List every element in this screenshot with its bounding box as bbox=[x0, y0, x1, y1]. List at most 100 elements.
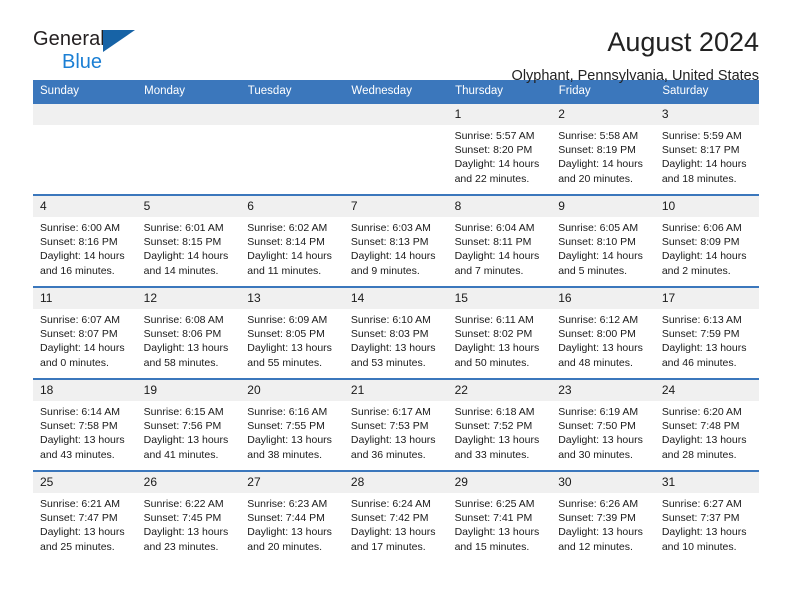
daylight-duration-line1: Daylight: 14 hours bbox=[661, 158, 747, 171]
calendar-day-cell[interactable]: 1 Sunrise: 5:57 AM Sunset: 8:20 PM Daylight… bbox=[447, 102, 552, 195]
calendar-day-cell[interactable]: 7 Sunrise: 6:03 AM Sunset: 8:13 PM Daylight… bbox=[343, 194, 448, 287]
calendar-day-cell[interactable]: 8 Sunrise: 6:04 AM Sunset: 8:11 PM Daylight… bbox=[447, 194, 552, 287]
daylight-duration-line2: and 5 minutes. bbox=[558, 264, 628, 277]
day-number: 19 bbox=[136, 380, 241, 401]
daylight-duration-line1: Daylight: 14 hours bbox=[558, 250, 643, 263]
day-number: 10 bbox=[654, 196, 759, 217]
calendar-day-cell[interactable]: 13 Sunrise: 6:09 AM Sunset: 8:05 PM Dayligh… bbox=[240, 286, 344, 379]
daylight-duration-line1: Daylight: 13 hours bbox=[143, 434, 229, 447]
daylight-duration-line1: Daylight: 13 hours bbox=[40, 526, 125, 539]
day-number: 29 bbox=[447, 472, 552, 493]
calendar-day-cell[interactable]: 3 Sunrise: 5:59 AM Sunset: 8:17 PM Daylight… bbox=[654, 102, 759, 195]
sunrise-time: Sunrise: 6:07 AM bbox=[40, 314, 120, 326]
calendar-day-cell[interactable]: 10 Sunrise: 6:06 AM Sunset: 8:09 PM Dayligh… bbox=[654, 194, 759, 287]
daylight-duration-line2: and 15 minutes. bbox=[454, 540, 530, 553]
calendar-day-cell[interactable]: 11 Sunrise: 6:07 AM Sunset: 8:07 PM Dayligh… bbox=[33, 286, 137, 379]
daylight-duration-line2: and 38 minutes. bbox=[247, 448, 322, 461]
calendar-week-row: 4 Sunrise: 6:00 AM Sunset: 8:16 PM Daylight… bbox=[33, 194, 759, 287]
sun-info: Sunrise: 6:27 AM Sunset: 7:37 PM Daylight:… bbox=[655, 493, 759, 554]
calendar-day-cell[interactable]: 31 Sunrise: 6:27 AM Sunset: 7:37 PM Dayligh… bbox=[654, 470, 759, 562]
sun-info: Sunrise: 5:57 AM Sunset: 8:20 PM Daylight:… bbox=[448, 125, 552, 186]
sun-info: Sunrise: 6:12 AM Sunset: 8:00 PM Daylight:… bbox=[551, 309, 655, 370]
calendar-day-cell[interactable]: 24 Sunrise: 6:20 AM Sunset: 7:48 PM Dayligh… bbox=[654, 378, 759, 471]
sunrise-time: Sunrise: 5:59 AM bbox=[661, 130, 742, 142]
calendar-day-cell[interactable]: 9 Sunrise: 6:05 AM Sunset: 8:10 PM Daylight… bbox=[551, 194, 655, 287]
calendar-day-cell[interactable]: 6 Sunrise: 6:02 AM Sunset: 8:14 PM Daylight… bbox=[240, 194, 344, 287]
daylight-duration-line2: and 48 minutes. bbox=[558, 356, 633, 369]
calendar-week-row: 11 Sunrise: 6:07 AM Sunset: 8:07 PM Dayligh… bbox=[33, 286, 759, 379]
sunset-time: Sunset: 7:41 PM bbox=[454, 512, 533, 525]
cell-inner: 1 Sunrise: 5:57 AM Sunset: 8:20 PM Daylight… bbox=[447, 104, 552, 194]
daylight-duration-line1: Daylight: 13 hours bbox=[454, 434, 540, 447]
sunrise-time: Sunrise: 6:03 AM bbox=[350, 222, 431, 234]
daylight-duration-line1: Daylight: 13 hours bbox=[454, 342, 540, 355]
day-number: 7 bbox=[343, 196, 448, 217]
sunrise-time: Sunrise: 5:57 AM bbox=[454, 130, 535, 142]
general-blue-logo[interactable]: General Blue bbox=[33, 26, 153, 73]
sunrise-time: Sunrise: 6:00 AM bbox=[40, 222, 120, 234]
sun-info: Sunrise: 6:14 AM Sunset: 7:58 PM Daylight:… bbox=[33, 401, 137, 462]
sunset-time: Sunset: 7:47 PM bbox=[40, 512, 118, 525]
sunrise-time: Sunrise: 6:17 AM bbox=[350, 406, 431, 418]
day-number: 25 bbox=[33, 472, 137, 493]
daylight-duration-line1: Daylight: 14 hours bbox=[247, 250, 332, 263]
daylight-duration-line1: Daylight: 13 hours bbox=[247, 342, 332, 355]
daylight-duration-line2: and 0 minutes. bbox=[40, 356, 109, 369]
calendar-day-cell[interactable]: 14 Sunrise: 6:10 AM Sunset: 8:03 PM Dayligh… bbox=[343, 286, 448, 379]
day-number: 12 bbox=[136, 288, 241, 309]
calendar-day-cell[interactable]: 20 Sunrise: 6:16 AM Sunset: 7:55 PM Dayligh… bbox=[240, 378, 344, 471]
sunset-time: Sunset: 8:06 PM bbox=[143, 328, 222, 341]
calendar-day-cell[interactable]: 21 Sunrise: 6:17 AM Sunset: 7:53 PM Dayligh… bbox=[343, 378, 448, 471]
daylight-duration-line2: and 36 minutes. bbox=[350, 448, 426, 461]
calendar-day-cell[interactable]: 16 Sunrise: 6:12 AM Sunset: 8:00 PM Dayligh… bbox=[551, 286, 655, 379]
calendar-day-cell[interactable]: 29 Sunrise: 6:25 AM Sunset: 7:41 PM Dayligh… bbox=[447, 470, 552, 562]
day-number: 18 bbox=[33, 380, 137, 401]
calendar-day-cell[interactable]: 12 Sunrise: 6:08 AM Sunset: 8:06 PM Dayligh… bbox=[136, 286, 241, 379]
calendar-day-cell[interactable]: 26 Sunrise: 6:22 AM Sunset: 7:45 PM Dayligh… bbox=[136, 470, 241, 562]
sunrise-time: Sunrise: 6:20 AM bbox=[661, 406, 742, 418]
daylight-duration-line2: and 20 minutes. bbox=[247, 540, 322, 553]
weekday-header-sunday: Sunday bbox=[33, 80, 138, 103]
sun-info: Sunrise: 6:09 AM Sunset: 8:05 PM Daylight:… bbox=[240, 309, 344, 370]
calendar-day-cell[interactable]: 2 Sunrise: 5:58 AM Sunset: 8:19 PM Daylight… bbox=[551, 102, 655, 195]
weekday-header-tuesday: Tuesday bbox=[240, 80, 345, 103]
cell-inner: 18 Sunrise: 6:14 AM Sunset: 7:58 PM Dayligh… bbox=[33, 380, 137, 470]
calendar-day-cell[interactable]: 15 Sunrise: 6:11 AM Sunset: 8:02 PM Dayligh… bbox=[447, 286, 552, 379]
calendar-week-row: 25 Sunrise: 6:21 AM Sunset: 7:47 PM Dayligh… bbox=[33, 470, 759, 562]
daylight-duration-line1: Daylight: 14 hours bbox=[661, 250, 747, 263]
page-title: August 2024 bbox=[607, 27, 759, 57]
calendar-day-cell[interactable]: 27 Sunrise: 6:23 AM Sunset: 7:44 PM Dayligh… bbox=[240, 470, 344, 562]
sunrise-time: Sunrise: 6:23 AM bbox=[247, 498, 328, 510]
sun-info: Sunrise: 6:02 AM Sunset: 8:14 PM Daylight:… bbox=[240, 217, 344, 278]
day-number bbox=[136, 104, 241, 125]
sunset-time: Sunset: 8:15 PM bbox=[143, 236, 222, 249]
day-number: 20 bbox=[240, 380, 344, 401]
calendar-cell-empty bbox=[343, 102, 448, 195]
daylight-duration-line2: and 58 minutes. bbox=[143, 356, 219, 369]
calendar-day-cell[interactable]: 17 Sunrise: 6:13 AM Sunset: 7:59 PM Dayligh… bbox=[654, 286, 759, 379]
calendar-day-cell[interactable]: 23 Sunrise: 6:19 AM Sunset: 7:50 PM Dayligh… bbox=[551, 378, 655, 471]
calendar-day-cell[interactable]: 4 Sunrise: 6:00 AM Sunset: 8:16 PM Daylight… bbox=[33, 194, 137, 287]
cell-inner bbox=[33, 104, 137, 194]
calendar-cell-empty bbox=[136, 102, 241, 195]
calendar-day-cell[interactable]: 28 Sunrise: 6:24 AM Sunset: 7:42 PM Dayligh… bbox=[343, 470, 448, 562]
daylight-duration-line2: and 22 minutes. bbox=[454, 172, 530, 185]
sunset-time: Sunset: 8:10 PM bbox=[558, 236, 636, 249]
calendar-day-cell[interactable]: 18 Sunrise: 6:14 AM Sunset: 7:58 PM Dayligh… bbox=[33, 378, 137, 471]
cell-inner: 27 Sunrise: 6:23 AM Sunset: 7:44 PM Dayligh… bbox=[240, 472, 344, 562]
calendar-day-cell[interactable]: 30 Sunrise: 6:26 AM Sunset: 7:39 PM Dayligh… bbox=[551, 470, 655, 562]
sun-info: Sunrise: 6:17 AM Sunset: 7:53 PM Daylight:… bbox=[344, 401, 448, 462]
day-number: 23 bbox=[551, 380, 655, 401]
daylight-duration-line2: and 43 minutes. bbox=[40, 448, 115, 461]
day-number: 1 bbox=[447, 104, 552, 125]
sun-info: Sunrise: 5:59 AM Sunset: 8:17 PM Daylight:… bbox=[655, 125, 759, 186]
cell-inner: 16 Sunrise: 6:12 AM Sunset: 8:00 PM Dayligh… bbox=[551, 288, 655, 378]
cell-inner: 15 Sunrise: 6:11 AM Sunset: 8:02 PM Dayligh… bbox=[447, 288, 552, 378]
sun-info: Sunrise: 6:05 AM Sunset: 8:10 PM Daylight:… bbox=[551, 217, 655, 278]
calendar-day-cell[interactable]: 5 Sunrise: 6:01 AM Sunset: 8:15 PM Daylight… bbox=[136, 194, 241, 287]
calendar-day-cell[interactable]: 19 Sunrise: 6:15 AM Sunset: 7:56 PM Dayligh… bbox=[136, 378, 241, 471]
calendar-day-cell[interactable]: 25 Sunrise: 6:21 AM Sunset: 7:47 PM Dayligh… bbox=[33, 470, 137, 562]
day-number bbox=[343, 104, 448, 125]
calendar-day-cell[interactable]: 22 Sunrise: 6:18 AM Sunset: 7:52 PM Dayligh… bbox=[447, 378, 552, 471]
triangle-icon bbox=[103, 30, 135, 52]
